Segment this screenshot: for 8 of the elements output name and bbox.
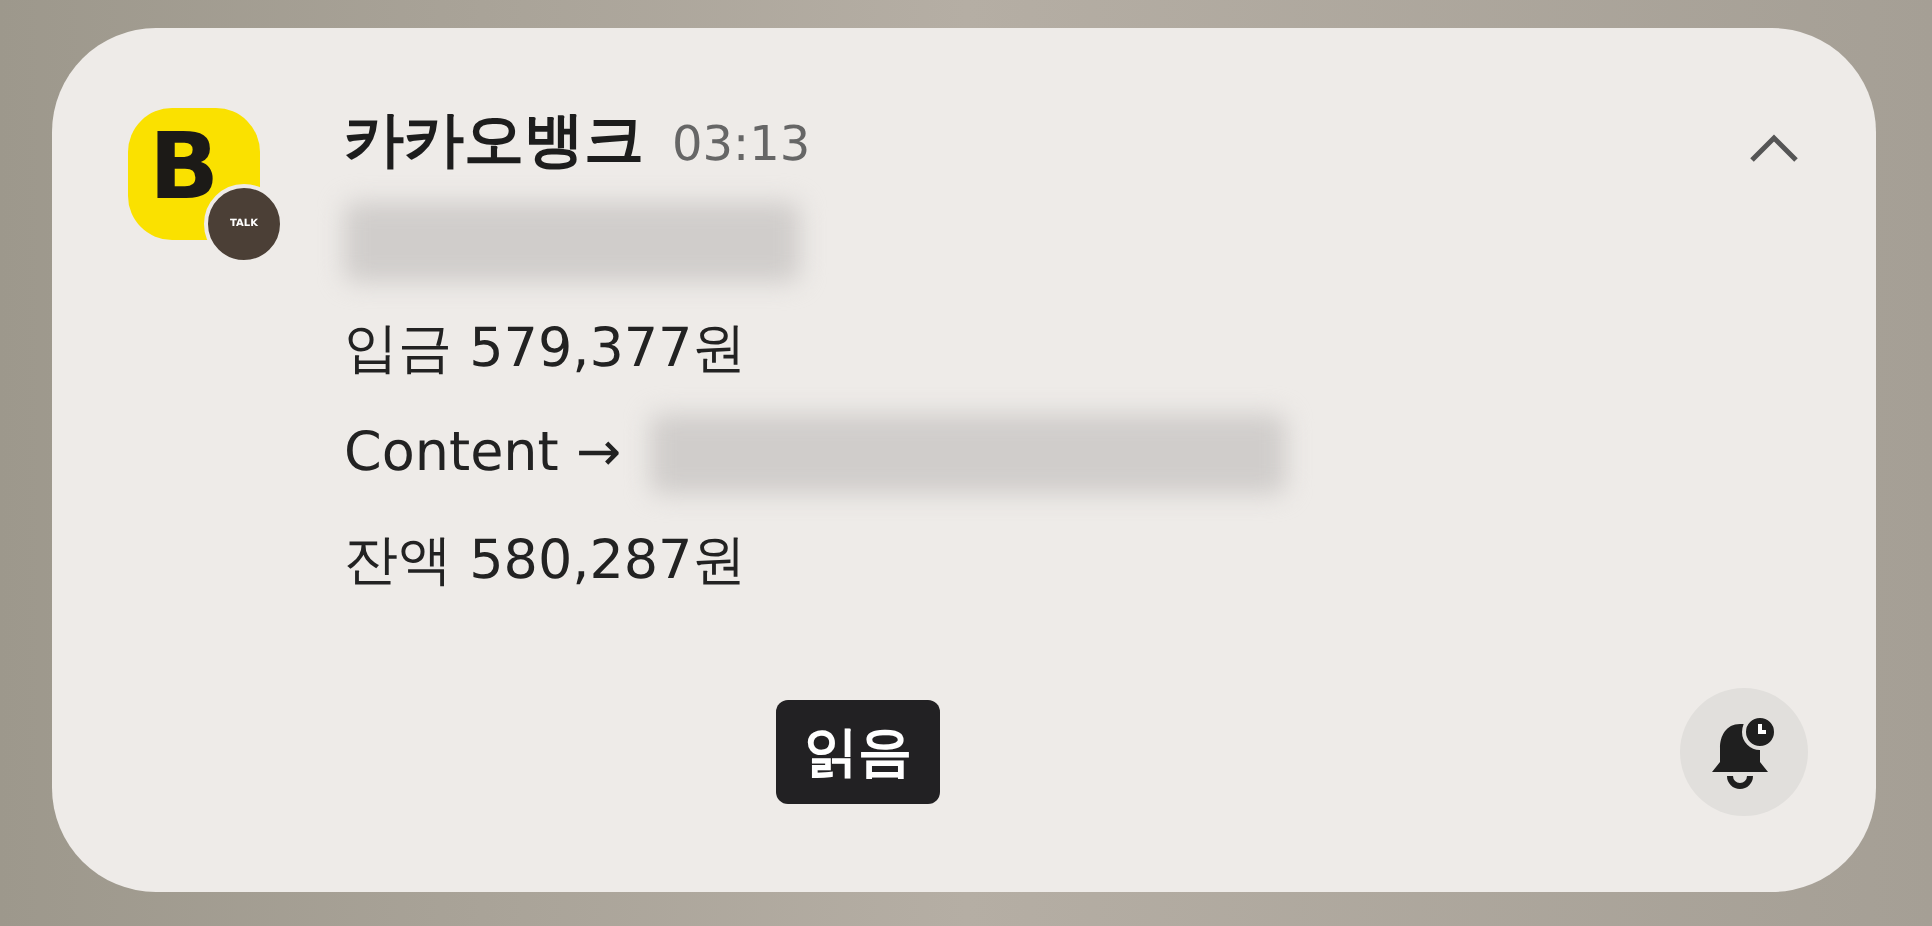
message-line: 잔액 580,287원 [344,527,747,595]
notification-time: 03:13 [672,116,811,172]
read-button[interactable]: 읽음 [776,700,940,804]
message-line: 입금 579,377원 [344,315,747,383]
app-name: 카카오뱅크 [344,104,644,180]
bell-clock-icon [1708,714,1780,790]
collapse-chevron-icon[interactable] [1748,132,1800,164]
message-line: Content → [344,422,622,484]
